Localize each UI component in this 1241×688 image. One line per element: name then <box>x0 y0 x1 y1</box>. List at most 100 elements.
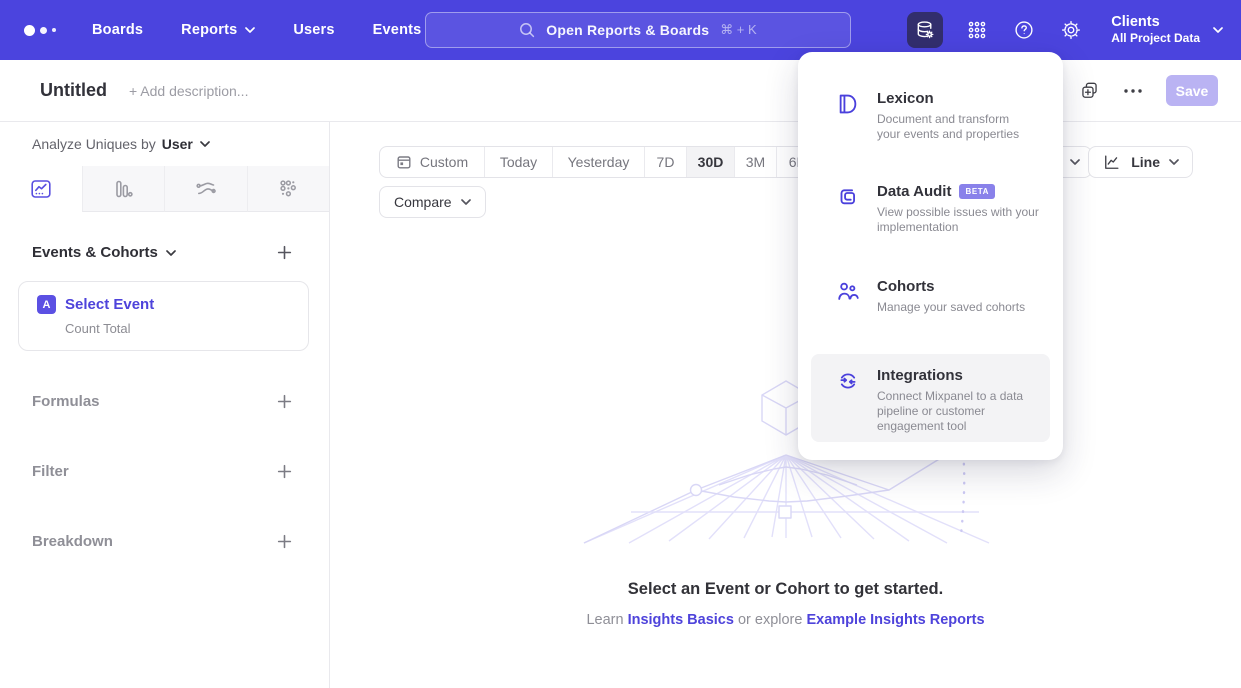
range-label: Custom <box>420 154 468 170</box>
settings-button[interactable] <box>1058 17 1084 43</box>
range-label: 7D <box>657 154 675 170</box>
settings-gear-icon <box>1060 19 1082 41</box>
primary-nav: Boards Reports Users Events <box>92 22 421 38</box>
apps-grid-icon <box>966 19 988 41</box>
count-total-dropdown[interactable]: Count Total <box>65 321 296 336</box>
chevron-down-icon <box>245 27 255 33</box>
plus-icon <box>276 244 293 261</box>
chevron-down-icon <box>1213 27 1223 33</box>
date-range-control: Custom Today Yesterday 7D 30D 3M 6M <box>379 146 821 178</box>
navbar-actions: Clients All Project Data <box>907 0 1223 60</box>
range-label: Today <box>500 154 537 170</box>
analyze-label: Analyze Uniques by <box>32 136 156 152</box>
database-gear-icon <box>914 19 936 41</box>
event-row-card[interactable]: A Select Event Count Total <box>18 281 309 351</box>
nav-item-boards[interactable]: Boards <box>92 22 143 38</box>
more-options-button[interactable] <box>1124 89 1142 93</box>
chevron-down-icon <box>1169 159 1179 165</box>
range-label: 3M <box>746 154 765 170</box>
add-event-button[interactable] <box>276 244 293 261</box>
or-explore-text: or explore <box>738 612 802 628</box>
project-selector[interactable]: Clients All Project Data <box>1111 14 1223 46</box>
metric-grid-icon <box>276 177 300 201</box>
select-event-button[interactable]: Select Event <box>65 296 154 313</box>
range-3m[interactable]: 3M <box>734 147 776 177</box>
duplicate-icon <box>1079 80 1100 101</box>
analyze-by-dropdown[interactable]: User <box>162 136 210 152</box>
project-scope: All Project Data <box>1111 31 1200 46</box>
nav-item-events[interactable]: Events <box>373 22 422 38</box>
events-cohorts-dropdown[interactable]: Events & Cohorts <box>32 244 176 261</box>
range-custom[interactable]: Custom <box>380 147 484 177</box>
formulas-section: Formulas <box>0 379 329 423</box>
menu-item-cohorts[interactable]: Cohorts Manage your saved cohorts <box>798 278 1063 315</box>
line-chart-icon <box>29 177 53 201</box>
data-management-button[interactable] <box>907 12 943 48</box>
range-7d[interactable]: 7D <box>644 147 686 177</box>
tab-bar-chart[interactable] <box>82 166 165 212</box>
empty-state-links: Learn Insights Basics or explore Example… <box>330 612 1241 628</box>
menu-item-description: Connect Mixpanel to a data pipeline or c… <box>877 389 1037 434</box>
menu-item-title: Integrations <box>877 367 963 384</box>
report-title[interactable]: Untitled <box>40 80 107 101</box>
help-button[interactable] <box>1011 17 1037 43</box>
formulas-label: Formulas <box>32 393 100 410</box>
chevron-down-icon <box>200 141 210 147</box>
lexicon-book-icon <box>835 91 861 117</box>
more-ellipsis-icon <box>1124 89 1142 93</box>
range-yesterday[interactable]: Yesterday <box>552 147 644 177</box>
chevron-down-icon <box>166 250 176 256</box>
top-navbar: Boards Reports Users Events Open Reports… <box>0 0 1241 60</box>
duplicate-report-button[interactable] <box>1079 80 1100 101</box>
chart-main-area: Custom Today Yesterday 7D 30D 3M 6M Comp… <box>330 122 1241 688</box>
range-label: Yesterday <box>568 154 630 170</box>
filter-section: Filter <box>0 449 329 493</box>
nav-item-users[interactable]: Users <box>293 22 334 38</box>
search-bar[interactable]: Open Reports & Boards ⌘ + K <box>425 12 851 48</box>
menu-item-integrations[interactable]: Integrations Connect Mixpanel to a data … <box>811 354 1050 442</box>
tab-metric-grid[interactable] <box>247 166 330 212</box>
breakdown-section: Breakdown <box>0 519 329 563</box>
compare-dropdown[interactable]: Compare <box>379 186 486 218</box>
analyze-row: Analyze Uniques by User <box>0 122 329 166</box>
apps-grid-button[interactable] <box>964 17 990 43</box>
menu-item-description: Manage your saved cohorts <box>877 300 1025 315</box>
insights-basics-link[interactable]: Insights Basics <box>628 612 734 628</box>
example-reports-link[interactable]: Example Insights Reports <box>806 612 984 628</box>
menu-item-title: Data Audit <box>877 183 951 200</box>
menu-item-lexicon[interactable]: Lexicon Document and transform your even… <box>798 90 1063 142</box>
nav-label: Boards <box>92 22 143 38</box>
add-breakdown-button[interactable] <box>276 533 293 550</box>
events-cohorts-label: Events & Cohorts <box>32 244 158 261</box>
search-placeholder: Open Reports & Boards <box>546 22 709 38</box>
add-filter-button[interactable] <box>276 463 293 480</box>
analyze-value: User <box>162 136 193 152</box>
plus-icon <box>276 533 293 550</box>
nav-label: Users <box>293 22 334 38</box>
chart-style-label: Line <box>1131 154 1160 170</box>
range-30d[interactable]: 30D <box>686 147 734 177</box>
save-button[interactable]: Save <box>1166 75 1218 106</box>
tab-line-chart[interactable] <box>0 166 82 212</box>
empty-state-title: Select an Event or Cohort to get started… <box>330 580 1241 599</box>
breakdown-label: Breakdown <box>32 533 113 550</box>
menu-item-title: Lexicon <box>877 90 934 107</box>
nav-item-reports[interactable]: Reports <box>181 22 255 38</box>
tab-flow-chart[interactable] <box>164 166 247 212</box>
menu-item-title: Cohorts <box>877 278 935 295</box>
chevron-down-icon <box>461 199 471 205</box>
plus-icon <box>276 463 293 480</box>
menu-item-data-audit[interactable]: Data Audit BETA View possible issues wit… <box>798 183 1063 235</box>
add-description-field[interactable]: + Add description... <box>129 83 248 99</box>
search-icon <box>519 22 535 38</box>
filter-label: Filter <box>32 463 69 480</box>
range-today[interactable]: Today <box>484 147 552 177</box>
plus-icon <box>276 393 293 410</box>
add-formula-button[interactable] <box>276 393 293 410</box>
chart-style-dropdown[interactable]: Line <box>1088 146 1193 178</box>
events-cohorts-header: Events & Cohorts <box>0 244 329 261</box>
search-shortcut: ⌘ + K <box>720 22 757 38</box>
nav-label: Reports <box>181 22 237 38</box>
mixpanel-logo-icon[interactable] <box>24 25 56 36</box>
help-icon <box>1013 19 1035 41</box>
